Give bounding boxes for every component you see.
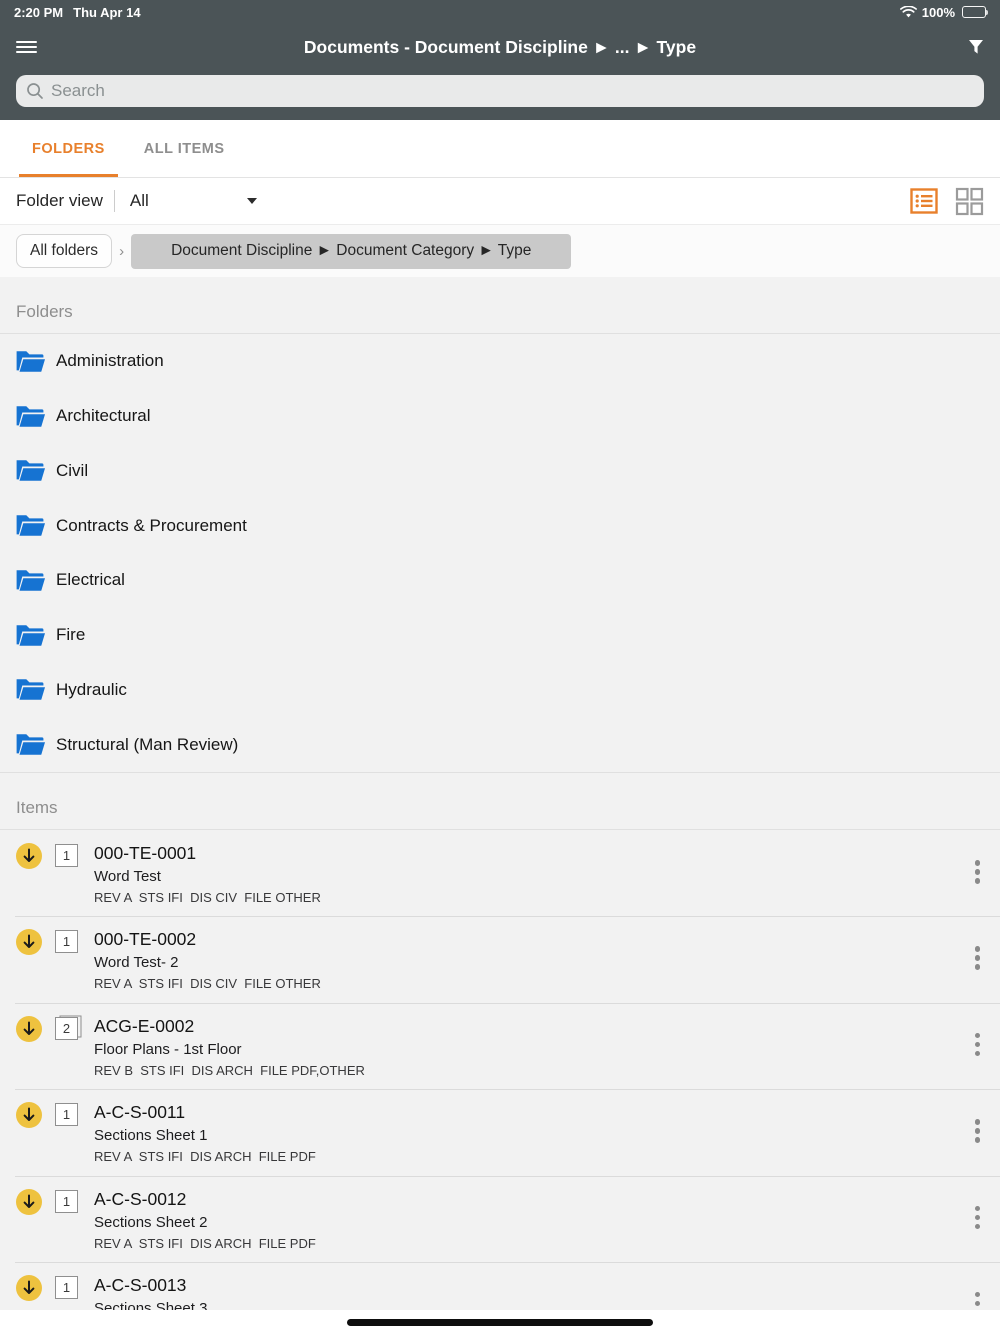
- folder-view-row: Folder view All: [0, 178, 1000, 225]
- folder-icon: [16, 514, 45, 537]
- folder-label: Contracts & Procurement: [56, 515, 247, 535]
- folder-row[interactable]: Civil: [0, 444, 1000, 499]
- item-meta: REV A STS IFI DIS CIV FILE OTHER: [94, 976, 321, 992]
- filter-icon[interactable]: [968, 39, 984, 55]
- item-row[interactable]: 1 A-C-S-0012 Sections Sheet 2 REV A STS …: [0, 1175, 1000, 1262]
- download-icon[interactable]: [16, 843, 42, 869]
- folder-icon: [16, 459, 45, 482]
- file-count-badge: 1: [55, 1103, 78, 1127]
- item-meta: REV B STS IFI DIS ARCH FILE PDF,OTHER: [94, 1062, 365, 1078]
- item-title: Word Test- 2: [94, 954, 179, 972]
- item-row[interactable]: 1 000-TE-0002 Word Test- 2 REV A STS IFI…: [0, 916, 1000, 1002]
- items-section-header: Items: [0, 772, 1000, 830]
- tab-folders[interactable]: FOLDERS: [19, 120, 118, 177]
- folder-icon: [16, 350, 45, 373]
- home-indicator[interactable]: [347, 1319, 653, 1326]
- folders-section-header: Folders: [0, 277, 1000, 334]
- battery-percent: 100%: [921, 4, 955, 20]
- file-count-badge: 1: [55, 930, 78, 954]
- date: Thu Apr 14: [73, 4, 141, 20]
- download-icon[interactable]: [16, 1274, 42, 1301]
- items-list: 1 000-TE-0001 Word Test REV A STS IFI DI…: [0, 830, 1000, 1317]
- file-count-badge: 1: [55, 844, 78, 867]
- folder-view-label: Folder view: [16, 191, 103, 210]
- list-view-icon[interactable]: [910, 187, 938, 215]
- file-count-badge: 1: [55, 1275, 78, 1299]
- item-title: Floor Plans - 1st Floor: [94, 1040, 242, 1058]
- battery-icon: [962, 6, 988, 18]
- item-row[interactable]: 1 A-C-S-0011 Sections Sheet 1 REV A STS …: [0, 1089, 1000, 1175]
- breadcrumb-path-chip[interactable]: Document Discipline ► Document Category …: [131, 233, 572, 269]
- download-icon[interactable]: [16, 1102, 42, 1129]
- item-meta: REV A STS IFI DIS ARCH FILE PDF: [94, 1149, 316, 1165]
- download-icon[interactable]: [16, 1015, 42, 1042]
- breadcrumb-root-chip[interactable]: All folders: [16, 234, 113, 268]
- breadcrumb-chevron-icon: ›: [119, 242, 125, 260]
- navigation-bar: Documents - Document Discipline ► ... ► …: [0, 24, 1000, 70]
- item-row[interactable]: 1 A-C-S-0013 Sections Sheet 3: [0, 1261, 1000, 1317]
- search-icon: [26, 82, 44, 100]
- grid-view-icon[interactable]: [955, 187, 984, 216]
- item-meta: REV A STS IFI DIS CIV FILE OTHER: [94, 890, 321, 905]
- status-bar: 2:20 PM Thu Apr 14 100%: [0, 0, 1000, 24]
- tab-all-items[interactable]: ALL ITEMS: [131, 120, 238, 177]
- search-input[interactable]: Search: [16, 75, 984, 107]
- folder-label: Administration: [56, 351, 164, 371]
- more-options-icon[interactable]: [971, 856, 985, 888]
- folder-view-select[interactable]: All: [130, 191, 149, 211]
- more-options-icon[interactable]: [971, 1029, 985, 1061]
- item-code: A-C-S-0012: [94, 1188, 187, 1209]
- breadcrumb: All folders › Document Discipline ► Docu…: [0, 225, 1000, 277]
- tab-bar: FOLDERS ALL ITEMS: [0, 120, 1000, 178]
- item-row[interactable]: 1 000-TE-0001 Word Test REV A STS IFI DI…: [0, 830, 1000, 916]
- folder-row[interactable]: Administration: [0, 334, 1000, 389]
- item-code: 000-TE-0001: [94, 843, 197, 863]
- item-code: A-C-S-0013: [94, 1274, 187, 1295]
- folder-label: Electrical: [56, 570, 125, 590]
- item-code: A-C-S-0011: [94, 1102, 186, 1123]
- folder-label: Civil: [56, 460, 89, 480]
- more-options-icon[interactable]: [971, 1115, 985, 1147]
- content-area: Folders Administration Architectural Civ…: [0, 277, 1000, 1317]
- folder-label: Fire: [56, 625, 86, 645]
- folder-icon: [16, 733, 45, 756]
- folders-list: Administration Architectural Civil Contr…: [0, 334, 1000, 772]
- folder-icon: [16, 678, 45, 701]
- page-title: Documents - Document Discipline ► ... ► …: [303, 36, 697, 57]
- chevron-down-icon[interactable]: [246, 198, 257, 204]
- clock: 2:20 PM: [14, 4, 64, 20]
- folder-label: Hydraulic: [56, 679, 127, 699]
- item-meta: REV A STS IFI DIS ARCH FILE PDF: [94, 1235, 316, 1251]
- item-title: Word Test: [94, 868, 161, 885]
- folder-row[interactable]: Structural (Man Review): [0, 717, 1000, 772]
- download-icon[interactable]: [16, 929, 42, 956]
- download-icon[interactable]: [16, 1188, 42, 1215]
- search-row: Search: [0, 70, 1000, 120]
- item-code: 000-TE-0002: [94, 929, 197, 950]
- vertical-divider: [113, 190, 115, 212]
- folder-row[interactable]: Hydraulic: [0, 663, 1000, 718]
- folder-label: Structural (Man Review): [56, 734, 239, 754]
- folder-label: Architectural: [56, 406, 151, 426]
- folder-icon: [16, 569, 45, 592]
- file-count-badge: 2: [55, 1016, 78, 1040]
- folder-row[interactable]: Contracts & Procurement: [0, 498, 1000, 553]
- folder-icon: [16, 624, 45, 647]
- item-title: Sections Sheet 1: [94, 1127, 208, 1145]
- wifi-icon: [899, 6, 917, 18]
- more-options-icon[interactable]: [971, 942, 985, 974]
- file-count-badge: 1: [55, 1189, 78, 1213]
- search-placeholder: Search: [51, 81, 105, 100]
- item-row[interactable]: 2 ACG-E-0002 Floor Plans - 1st Floor REV…: [0, 1002, 1000, 1089]
- folder-icon: [16, 405, 45, 428]
- bottom-strip: [0, 1310, 1000, 1334]
- folder-row[interactable]: Fire: [0, 608, 1000, 663]
- item-code: ACG-E-0002: [94, 1015, 195, 1036]
- item-title: Sections Sheet 2: [94, 1213, 208, 1231]
- folder-row[interactable]: Architectural: [0, 389, 1000, 444]
- folder-row[interactable]: Electrical: [0, 553, 1000, 608]
- more-options-icon[interactable]: [971, 1202, 985, 1234]
